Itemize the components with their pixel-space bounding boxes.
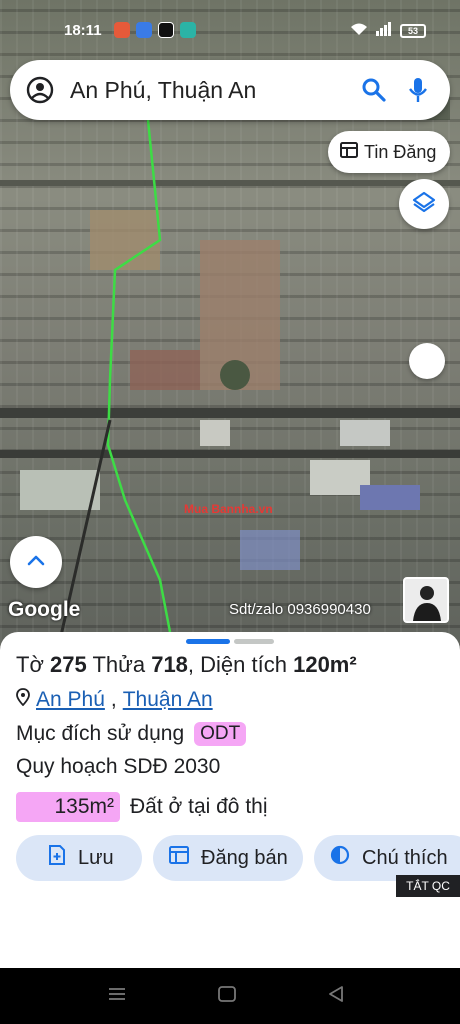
microphone-icon[interactable] — [396, 76, 440, 104]
save-button[interactable]: Lưu — [16, 835, 142, 881]
status-time: 18:11 — [64, 22, 102, 39]
search-query[interactable]: An Phú, Thuận An — [70, 77, 352, 104]
ward-link[interactable]: An Phú — [36, 688, 105, 712]
app-notification-icon — [180, 22, 196, 38]
contact-text: Sdt/zalo 0936990430 — [229, 601, 371, 618]
tin-dang-label: Tin Đăng — [364, 141, 437, 162]
contrast-icon — [330, 845, 350, 871]
chevron-up-icon — [27, 553, 45, 571]
search-bar[interactable]: An Phú, Thuận An — [10, 60, 450, 120]
back-icon[interactable] — [328, 986, 344, 1007]
account-icon[interactable] — [10, 76, 70, 104]
google-logo: Google — [8, 598, 81, 621]
hide-ads-button[interactable]: TẮT QC — [396, 875, 460, 897]
planning-heading: Quy hoạch SDĐ 2030 — [16, 755, 221, 778]
planning-area-desc: Đất ở tại đô thị — [130, 795, 268, 818]
menu-icon[interactable] — [108, 986, 126, 1007]
app-notification-icon — [136, 22, 152, 38]
notification-icons — [114, 22, 196, 38]
district-link[interactable]: Thuận An — [123, 688, 213, 712]
search-icon[interactable] — [352, 77, 396, 103]
home-icon[interactable] — [218, 986, 236, 1007]
watermark-logo: Mua Bannha.vn — [184, 502, 273, 516]
planning-area-row: 135m² Đất ở tại đô thị — [16, 792, 268, 822]
parcel-title: Tờ 275 Thửa 718, Diện tích 120m² — [16, 652, 357, 677]
tin-dang-button[interactable]: Tin Đăng — [328, 131, 450, 173]
planning-area-badge: 135m² — [16, 792, 120, 822]
sell-button[interactable]: Đăng bán — [153, 835, 303, 881]
app-notification-icon — [114, 22, 130, 38]
tiktok-icon — [158, 22, 174, 38]
bottom-sheet[interactable]: Tờ 275 Thửa 718, Diện tích 120m² An Phú,… — [0, 632, 460, 968]
listing-icon — [169, 846, 189, 870]
wifi-icon — [350, 22, 368, 39]
battery-icon: 53 — [400, 23, 426, 38]
parcel-location: An Phú, Thuận An — [16, 688, 213, 712]
street-view-thumbnail[interactable] — [403, 577, 449, 623]
signal-icon — [376, 22, 392, 39]
sheet-handle-inactive[interactable] — [234, 639, 274, 644]
floating-bubble[interactable] — [409, 343, 445, 379]
land-use-purpose: Mục đích sử dụng ODT — [16, 722, 247, 746]
layers-button[interactable] — [399, 179, 449, 229]
land-use-code-badge: ODT — [194, 722, 247, 746]
system-nav-bar — [0, 968, 460, 1024]
sheet-handle-active[interactable] — [186, 639, 230, 644]
location-pin-icon — [16, 688, 30, 712]
status-bar: 18:11 53 — [0, 0, 460, 48]
expand-button[interactable] — [10, 536, 62, 588]
save-icon — [48, 845, 66, 871]
layers-icon — [412, 190, 436, 219]
listing-icon — [340, 141, 358, 163]
